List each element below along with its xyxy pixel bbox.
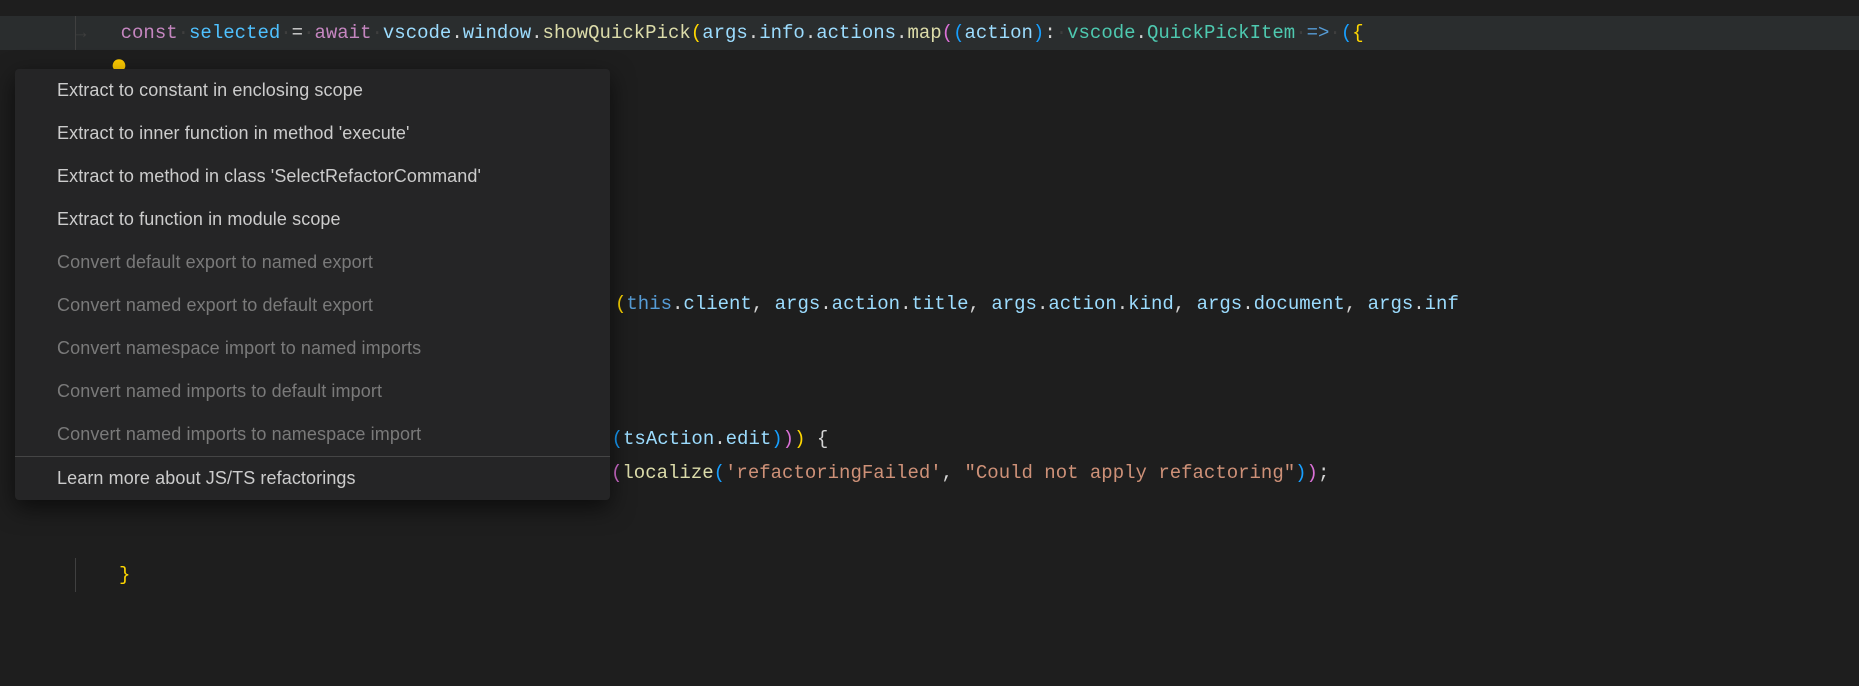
quick-fix-item[interactable]: Extract to inner function in method 'exe… <box>15 112 610 155</box>
quick-fix-item-label: Convert named export to default export <box>57 295 373 315</box>
quick-fix-item-disabled[interactable]: Convert default export to named export <box>15 241 610 284</box>
quick-fix-item-label: Convert named imports to namespace impor… <box>57 424 421 444</box>
quick-fix-item-label: Extract to method in class 'SelectRefact… <box>57 166 481 186</box>
quick-fix-item-disabled[interactable]: Convert named export to default export <box>15 284 610 327</box>
lightbulb-icon[interactable] <box>18 22 38 42</box>
quick-fix-item-label: Extract to function in module scope <box>57 209 341 229</box>
quick-fix-item-label: Extract to inner function in method 'exe… <box>57 123 410 143</box>
code-text: } <box>75 558 130 592</box>
quick-fix-item-label: Convert named imports to default import <box>57 381 382 401</box>
quick-fix-item-disabled[interactable]: Convert namespace import to named import… <box>15 327 610 370</box>
quick-fix-item[interactable]: Extract to constant in enclosing scope <box>15 69 610 112</box>
quick-fix-menu: Extract to constant in enclosing scope E… <box>15 69 610 500</box>
gutter <box>0 16 75 50</box>
quick-fix-item-label: Extract to constant in enclosing scope <box>57 80 363 100</box>
quick-fix-item-label: Convert default export to named export <box>57 252 373 272</box>
quick-fix-item[interactable]: Extract to method in class 'SelectRefact… <box>15 155 610 198</box>
quick-fix-item-disabled[interactable]: Convert named imports to default import <box>15 370 610 413</box>
code-line[interactable]: → const·selected·=·await·vscode.window.s… <box>0 16 1859 50</box>
code-text: → const·selected·=·await·vscode.window.s… <box>75 16 1364 50</box>
quick-fix-item[interactable]: Extract to function in module scope <box>15 198 610 241</box>
quick-fix-item-disabled[interactable]: Convert named imports to namespace impor… <box>15 413 610 456</box>
quick-fix-footer-label: Learn more about JS/TS refactorings <box>57 468 356 488</box>
quick-fix-item-label: Convert namespace import to named import… <box>57 338 421 358</box>
quick-fix-learn-more[interactable]: Learn more about JS/TS refactorings <box>15 457 610 500</box>
code-line[interactable]: } <box>0 558 1859 592</box>
